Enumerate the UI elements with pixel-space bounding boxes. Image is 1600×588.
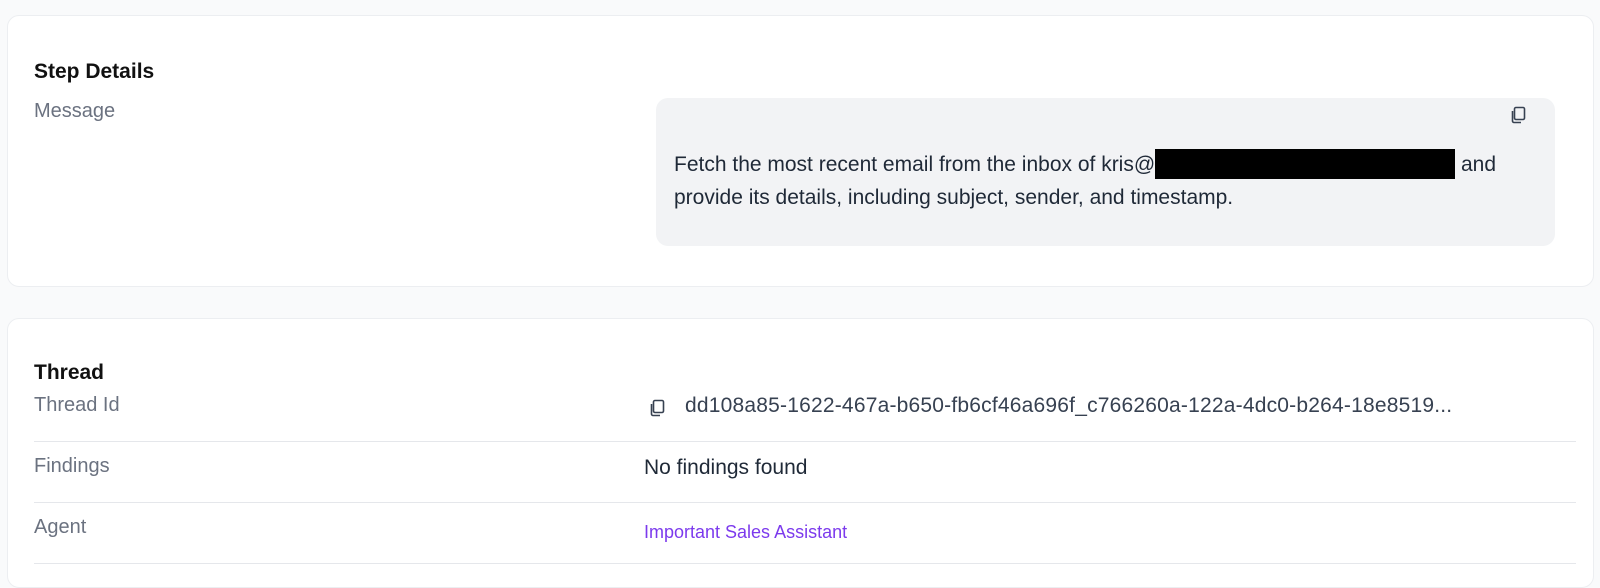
redacted-block: [1155, 149, 1456, 179]
thread-id-label: Thread Id: [34, 394, 120, 416]
agent-link[interactable]: Important Sales Assistant: [644, 522, 847, 543]
message-text-start: Fetch the most recent email from the inb…: [674, 153, 1156, 176]
findings-row: Findings No findings found: [34, 442, 1576, 503]
agent-label: Agent: [34, 516, 87, 538]
message-text: Fetch the most recent email from the inb…: [674, 148, 1524, 214]
findings-label: Findings: [34, 455, 110, 477]
thread-id-value: dd108a85-1622-467a-b650-fb6cf46a696f_c76…: [685, 394, 1453, 417]
copy-icon: [650, 399, 665, 417]
thread-id-row: Thread Id dd108a85-1622-467a-b650-fb6cf4…: [34, 381, 1576, 442]
copy-icon: [1511, 106, 1526, 124]
step-details-title: Step Details: [34, 60, 155, 83]
message-box: Fetch the most recent email from the inb…: [656, 98, 1555, 246]
step-details-card: Step Details Message Fetch the most rece…: [7, 15, 1594, 287]
thread-card: Thread Thread Id dd108a85-1622-467a-b650…: [7, 318, 1594, 588]
copy-message-button[interactable]: [1507, 104, 1529, 126]
copy-thread-id-button[interactable]: [646, 397, 668, 419]
findings-value: No findings found: [644, 456, 808, 479]
message-label: Message: [34, 100, 116, 122]
agent-row: Agent Important Sales Assistant: [34, 503, 1576, 564]
